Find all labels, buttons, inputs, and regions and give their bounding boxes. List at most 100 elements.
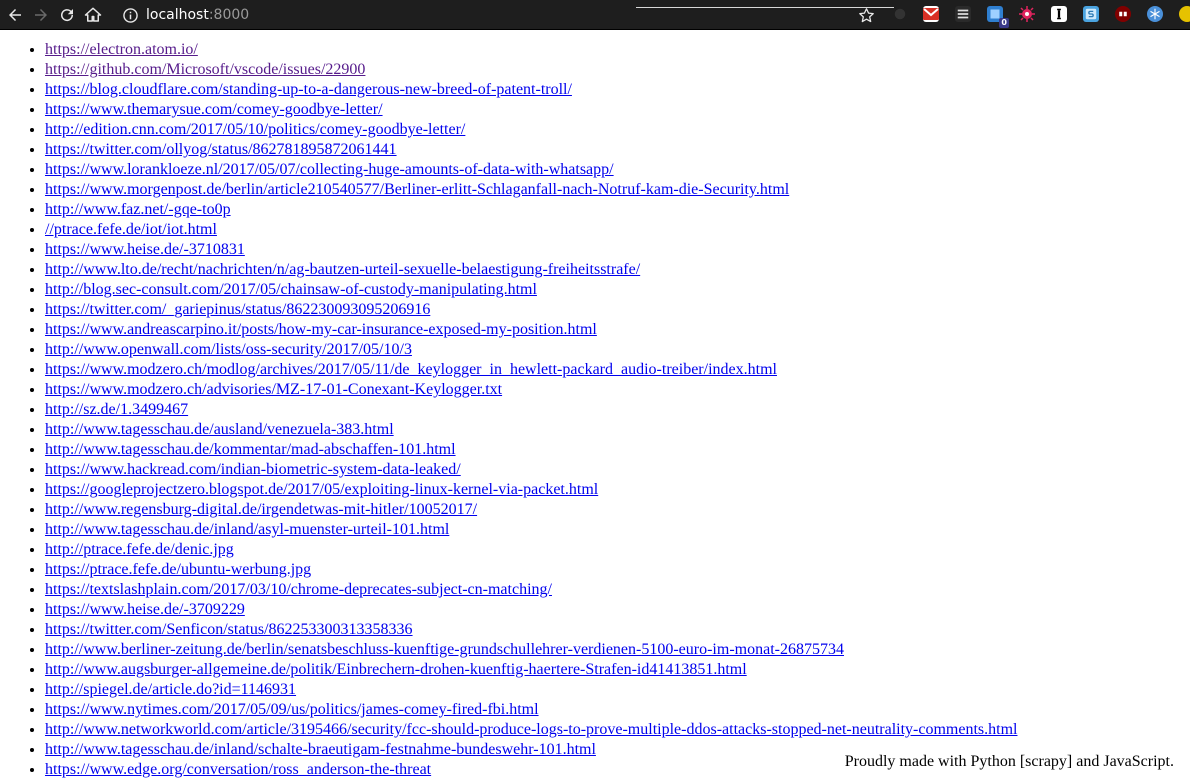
- snowflake-extension-icon[interactable]: [1147, 6, 1163, 22]
- url-port: :8000: [208, 7, 250, 23]
- link-16[interactable]: https://www.modzero.ch/modlog/archives/2…: [45, 361, 777, 378]
- link-6[interactable]: https://www.lorankloeze.nl/2017/05/07/co…: [45, 161, 614, 178]
- list-item: http://www.faz.net/-gqe-to0p: [45, 200, 1190, 220]
- list-item: https://twitter.com/Senficon/status/8622…: [45, 620, 1190, 640]
- list-item: http://spiegel.de/article.do?id=1146931: [45, 680, 1190, 700]
- list-item: https://www.hackread.com/indian-biometri…: [45, 460, 1190, 480]
- yellow-extension-icon[interactable]: [1179, 6, 1190, 22]
- link-15[interactable]: http://www.openwall.com/lists/oss-securi…: [45, 341, 412, 358]
- list-item: https://www.lorankloeze.nl/2017/05/07/co…: [45, 160, 1190, 180]
- link-20[interactable]: http://www.tagesschau.de/kommentar/mad-a…: [45, 441, 456, 458]
- arrow-left-icon: [9, 8, 21, 21]
- link-25[interactable]: http://ptrace.fefe.de/denic.jpg: [45, 541, 234, 558]
- home-icon: [84, 7, 102, 22]
- gmail-icon[interactable]: [923, 6, 939, 22]
- list-item: https://www.andreascarpino.it/posts/how-…: [45, 320, 1190, 340]
- list-item: https://www.modzero.ch/modlog/archives/2…: [45, 360, 1190, 380]
- list-item: http://ptrace.fefe.de/denic.jpg: [45, 540, 1190, 560]
- address-bar[interactable]: localhost:8000: [118, 0, 880, 30]
- link-26[interactable]: https://ptrace.fefe.de/ubuntu-werbung.jp…: [45, 561, 311, 578]
- footer-text: Proudly made with Python [scrapy] and Ja…: [844, 753, 1174, 771]
- list-item: https://blog.cloudflare.com/standing-up-…: [45, 80, 1190, 100]
- link-32[interactable]: http://spiegel.de/article.do?id=1146931: [45, 681, 296, 698]
- link-34[interactable]: http://www.networkworld.com/article/3195…: [45, 721, 1017, 738]
- link-31[interactable]: http://www.augsburger-allgemeine.de/poli…: [45, 661, 747, 678]
- link-28[interactable]: https://www.heise.de/-3709229: [45, 601, 245, 618]
- link-7[interactable]: https://www.morgenpost.de/berlin/article…: [45, 181, 789, 198]
- translate-extension-icon[interactable]: 0: [987, 6, 1009, 28]
- link-8[interactable]: http://www.faz.net/-gqe-to0p: [45, 201, 231, 218]
- list-item: https://github.com/Microsoft/vscode/issu…: [45, 60, 1190, 80]
- link-19[interactable]: http://www.tagesschau.de/ausland/venezue…: [45, 421, 394, 438]
- link-21[interactable]: https://www.hackread.com/indian-biometri…: [45, 461, 461, 478]
- list-item: http://sz.de/1.3499467: [45, 400, 1190, 420]
- list-item: https://electron.atom.io/: [45, 40, 1190, 60]
- list-item: https://www.heise.de/-3709229: [45, 600, 1190, 620]
- link-5[interactable]: https://twitter.com/ollyog/status/862781…: [45, 141, 397, 158]
- link-2[interactable]: https://blog.cloudflare.com/standing-up-…: [45, 81, 572, 98]
- home-button[interactable]: [80, 2, 106, 28]
- forward-button[interactable]: [28, 2, 54, 28]
- list-item: http://www.augsburger-allgemeine.de/poli…: [45, 660, 1190, 680]
- list-item: https://www.nytimes.com/2017/05/09/us/po…: [45, 700, 1190, 720]
- list-item: http://www.tagesschau.de/ausland/venezue…: [45, 420, 1190, 440]
- list-item: http://www.tagesschau.de/kommentar/mad-a…: [45, 440, 1190, 460]
- list-item: http://edition.cnn.com/2017/05/10/politi…: [45, 120, 1190, 140]
- bookmark-star-icon[interactable]: [856, 5, 876, 25]
- list-item: https://www.morgenpost.de/berlin/article…: [45, 180, 1190, 200]
- list-item: http://www.berliner-zeitung.de/berlin/se…: [45, 640, 1190, 660]
- link-9[interactable]: //ptrace.fefe.de/iot/iot.html: [45, 221, 217, 238]
- back-button[interactable]: [2, 2, 28, 28]
- list-item: http://www.tagesschau.de/inland/asyl-mue…: [45, 520, 1190, 540]
- list-item: https://www.themarysue.com/comey-goodbye…: [45, 100, 1190, 120]
- reload-button[interactable]: [54, 2, 80, 28]
- link-11[interactable]: http://www.lto.de/recht/nachrichten/n/ag…: [45, 261, 640, 278]
- link-29[interactable]: https://twitter.com/Senficon/status/8622…: [45, 621, 413, 638]
- reload-icon: [61, 8, 74, 21]
- ublock-shield-icon[interactable]: [1115, 6, 1131, 22]
- list-item: http://blog.sec-consult.com/2017/05/chai…: [45, 280, 1190, 300]
- link-3[interactable]: https://www.themarysue.com/comey-goodbye…: [45, 101, 383, 118]
- link-27[interactable]: https://textslashplain.com/2017/03/10/ch…: [45, 581, 552, 598]
- link-13[interactable]: https://twitter.com/_gariepinus/status/8…: [45, 301, 430, 318]
- link-33[interactable]: https://www.nytimes.com/2017/05/09/us/po…: [45, 701, 539, 718]
- link-36[interactable]: https://www.edge.org/conversation/ross_a…: [45, 761, 431, 778]
- list-item: https://googleprojectzero.blogspot.de/20…: [45, 480, 1190, 500]
- list-item: https://textslashplain.com/2017/03/10/ch…: [45, 580, 1190, 600]
- dark-extension-icon[interactable]: [892, 6, 908, 22]
- s-extension-icon[interactable]: [1083, 6, 1099, 22]
- list-item: http://www.regensburg-digital.de/irgende…: [45, 500, 1190, 520]
- link-1[interactable]: https://github.com/Microsoft/vscode/issu…: [45, 61, 365, 78]
- info-extension-icon[interactable]: [1051, 6, 1067, 22]
- link-14[interactable]: https://www.andreascarpino.it/posts/how-…: [45, 321, 597, 338]
- list-item: //ptrace.fefe.de/iot/iot.html: [45, 220, 1190, 240]
- link-list: https://electron.atom.io/https://github.…: [0, 40, 1190, 780]
- link-17[interactable]: https://www.modzero.ch/advisories/MZ-17-…: [45, 381, 502, 398]
- link-10[interactable]: https://www.heise.de/-3710831: [45, 241, 245, 258]
- link-22[interactable]: https://googleprojectzero.blogspot.de/20…: [45, 481, 598, 498]
- link-30[interactable]: http://www.berliner-zeitung.de/berlin/se…: [45, 641, 844, 658]
- link-12[interactable]: http://blog.sec-consult.com/2017/05/chai…: [45, 281, 537, 298]
- list-item: https://ptrace.fefe.de/ubuntu-werbung.jp…: [45, 560, 1190, 580]
- page-content: https://electron.atom.io/https://github.…: [0, 40, 1190, 780]
- link-24[interactable]: http://www.tagesschau.de/inland/asyl-mue…: [45, 521, 449, 538]
- link-18[interactable]: http://sz.de/1.3499467: [45, 401, 188, 418]
- list-extension-icon[interactable]: [955, 6, 971, 22]
- link-35[interactable]: http://www.tagesschau.de/inland/schalte-…: [45, 741, 596, 758]
- info-icon[interactable]: [122, 7, 138, 23]
- browser-toolbar: localhost:8000 0: [0, 0, 1190, 30]
- bug-extension-icon[interactable]: [1019, 6, 1035, 22]
- list-item: http://www.lto.de/recht/nachrichten/n/ag…: [45, 260, 1190, 280]
- url-text: localhost:8000: [146, 7, 249, 23]
- link-23[interactable]: http://www.regensburg-digital.de/irgende…: [45, 501, 477, 518]
- list-item: https://www.heise.de/-3710831: [45, 240, 1190, 260]
- list-item: https://twitter.com/ollyog/status/862781…: [45, 140, 1190, 160]
- list-item: http://www.networkworld.com/article/3195…: [45, 720, 1190, 740]
- arrow-right-icon: [35, 8, 47, 21]
- list-item: https://twitter.com/_gariepinus/status/8…: [45, 300, 1190, 320]
- link-0[interactable]: https://electron.atom.io/: [45, 41, 198, 58]
- extensions-area: 0: [880, 0, 1190, 30]
- extension-badge: 0: [999, 18, 1009, 28]
- list-item: https://www.modzero.ch/advisories/MZ-17-…: [45, 380, 1190, 400]
- link-4[interactable]: http://edition.cnn.com/2017/05/10/politi…: [45, 121, 465, 138]
